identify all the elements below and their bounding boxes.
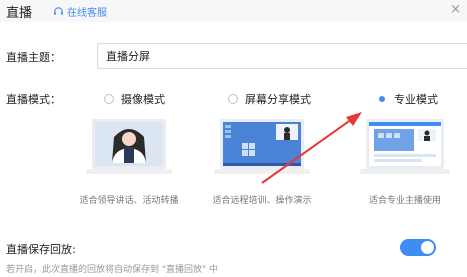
radio-professional[interactable]: [377, 94, 387, 104]
mode-label: 直播模式：: [6, 93, 61, 106]
screen-share-caption: 适合远程培训、操作演示: [212, 196, 312, 206]
save-replay-hint: 若开启，此次直播的回放将自动保存到 "直播回放" 中: [6, 265, 219, 275]
online-support-link[interactable]: 在线客服: [53, 4, 107, 19]
close-icon[interactable]: ×: [450, 2, 461, 17]
online-support-label: 在线客服: [67, 8, 107, 19]
headset-icon: [54, 7, 63, 15]
camera-mode-caption: 适合领导讲话、活动转播: [79, 196, 179, 206]
camera-mode-preview: [86, 119, 172, 174]
radio-screen-share[interactable]: [228, 94, 238, 104]
radio-camera[interactable]: [104, 94, 114, 104]
mode-option-camera[interactable]: 摄像模式: [104, 91, 165, 107]
topic-label: 直播主题：: [6, 51, 61, 64]
topic-input[interactable]: [97, 43, 467, 69]
header-bar: 直播 在线客服 ×: [0, 0, 467, 22]
mode-option-label: 屏幕分享模式: [245, 93, 311, 106]
save-replay-label: 直播保存回放:: [6, 243, 76, 256]
professional-mode-caption: 适合专业主播使用: [368, 196, 441, 206]
page-title: 直播: [6, 6, 33, 21]
professional-mode-preview: [360, 119, 450, 174]
mode-option-label: 专业模式: [394, 93, 438, 106]
screen-share-preview: [214, 119, 310, 174]
save-replay-toggle[interactable]: [400, 239, 436, 256]
mode-option-label: 摄像模式: [121, 93, 165, 106]
mode-option-screen-share[interactable]: 屏幕分享模式: [228, 91, 311, 107]
mode-option-professional[interactable]: 专业模式: [377, 91, 438, 107]
